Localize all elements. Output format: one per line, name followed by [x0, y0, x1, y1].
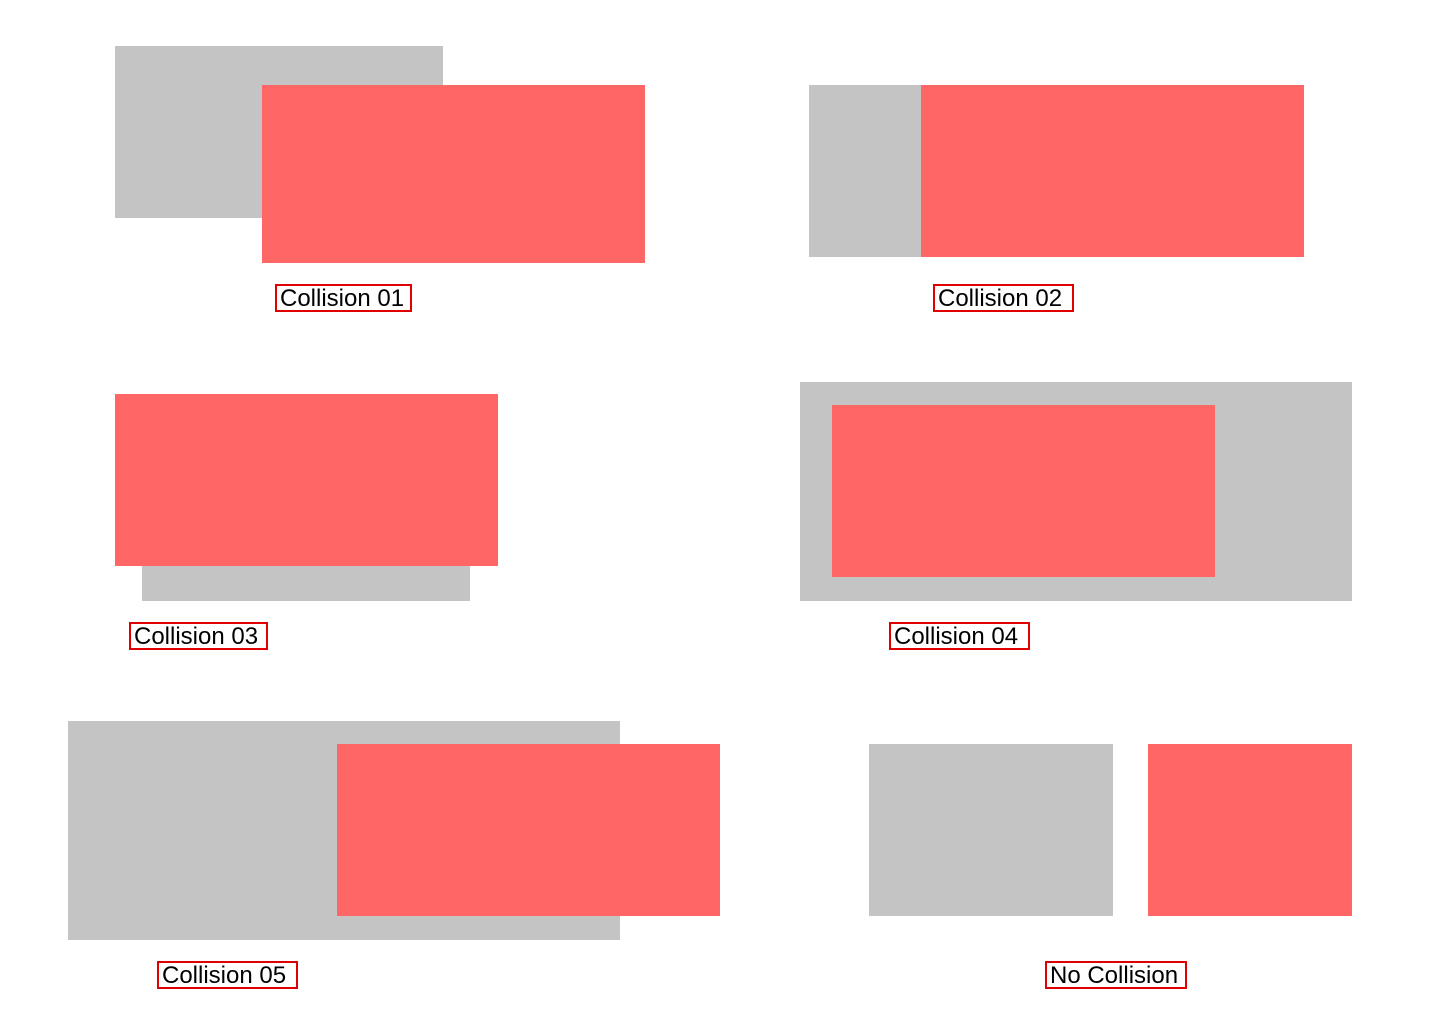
ex1-label: Collision 01 — [275, 284, 412, 312]
ex3-label: Collision 03 — [129, 622, 268, 650]
ex2-gray-box — [809, 85, 930, 257]
ex6-red-box — [1148, 744, 1352, 916]
ex1-red-box — [262, 85, 645, 263]
ex2-red-box — [921, 85, 1304, 257]
ex5-label: Collision 05 — [157, 961, 298, 989]
ex4-red-box — [832, 405, 1215, 577]
ex2-label: Collision 02 — [933, 284, 1074, 312]
ex6-label: No Collision — [1045, 961, 1187, 989]
ex6-gray-box — [869, 744, 1113, 916]
ex3-gray-box — [142, 560, 470, 601]
ex3-red-box — [115, 394, 498, 566]
ex5-red-box — [337, 744, 720, 916]
ex4-label: Collision 04 — [889, 622, 1030, 650]
